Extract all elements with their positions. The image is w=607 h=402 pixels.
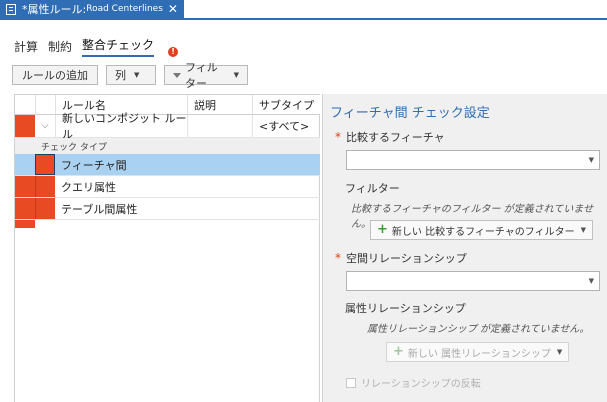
rules-view-icon	[6, 3, 16, 15]
chevron-down-icon: ▼	[233, 71, 239, 79]
tab-title: *属性ルール:	[22, 3, 87, 16]
attribute-relationship-empty-note: 属性リレーションシップ が定義されていません。	[367, 324, 590, 335]
check-type-row-table[interactable]: テーブル間属性	[15, 198, 320, 220]
spatial-relationship-label: * 空間リレーションシップ	[335, 251, 467, 265]
checkbox-box[interactable]	[346, 377, 356, 388]
spatial-relationship-select[interactable]: ▼	[346, 271, 600, 291]
rule-name-cell[interactable]: 新しいコンポジット ルール	[55, 112, 187, 141]
chevron-down-icon: ▼	[556, 348, 563, 356]
close-icon[interactable]: ✕	[168, 3, 178, 15]
panel-title: フィーチャ間 チェック設定	[330, 106, 490, 121]
column-header-description[interactable]: 説明	[187, 95, 252, 114]
row-selector[interactable]	[35, 176, 55, 197]
plus-icon: +	[377, 222, 388, 237]
filter-label: フィルター	[185, 61, 218, 90]
columns-dropdown[interactable]: 列 ▼	[106, 65, 156, 85]
check-type-label: クエリ属性	[61, 180, 116, 194]
filter-dropdown[interactable]: フィルター ▼	[164, 61, 248, 90]
chevron-down-icon: ▼	[588, 277, 594, 285]
tab-validation[interactable]: 整合チェック	[82, 36, 155, 57]
column-header-subtype[interactable]: サブタイプ	[252, 95, 320, 114]
chevron-down-icon: ▼	[580, 226, 586, 234]
check-type-label: フィーチャ間	[61, 158, 127, 172]
filter-icon	[173, 72, 181, 78]
check-type-label: テーブル間属性	[61, 202, 138, 216]
tab-layer-name: Road Centerlines	[86, 4, 163, 14]
attribute-relationship-label: 属性リレーションシップ	[345, 302, 466, 315]
subtype-cell[interactable]: <すべて>	[252, 115, 320, 137]
tab-calculation[interactable]: 計算	[14, 38, 38, 57]
compare-feature-label: * 比較するフィーチャ	[335, 130, 445, 144]
attribute-rules-tab[interactable]: *属性ルール: Road Centerlines ✕	[0, 0, 184, 18]
chevron-down-icon[interactable]: ⌵	[35, 115, 55, 137]
required-mark: *	[335, 251, 341, 265]
new-compare-filter-button[interactable]: + 新しい 比較するフィーチャのフィルター ▼	[370, 220, 593, 240]
check-type-group-header: チェック タイプ	[15, 138, 320, 154]
document-tab-bar: *属性ルール: Road Centerlines ✕	[0, 0, 607, 20]
check-settings-panel: フィーチャ間 チェック設定 * 比較するフィーチャ ▼ フィルター 比較するフィー…	[322, 94, 607, 402]
row-selector[interactable]	[35, 154, 55, 175]
chevron-down-icon: ▼	[588, 156, 594, 164]
tab-constraint[interactable]: 制約	[48, 38, 72, 57]
check-type-row-feature[interactable]: フィーチャ間	[15, 154, 320, 176]
add-rule-label: ルールの追加	[22, 69, 88, 82]
tab-validation-label: 整合チェック	[82, 38, 155, 52]
rule-type-tabs: 計算 制約 整合チェック !	[14, 36, 179, 57]
chevron-down-icon: ▼	[134, 71, 140, 79]
warning-icon: !	[168, 47, 179, 57]
description-cell[interactable]	[187, 115, 252, 137]
check-type-group-label: チェック タイプ	[41, 142, 107, 153]
rules-toolbar: ルールの追加 列 ▼ フィルター ▼	[12, 61, 256, 90]
row-selector[interactable]	[35, 198, 55, 219]
invert-relationship-label: リレーションシップの反転	[361, 379, 481, 390]
invert-relationship-checkbox[interactable]: リレーションシップの反転	[346, 375, 481, 390]
plus-icon: +	[393, 344, 404, 359]
filter-section-label: フィルター	[345, 182, 400, 195]
required-mark: *	[335, 130, 341, 144]
check-type-row-query[interactable]: クエリ属性	[15, 176, 320, 198]
columns-label: 列	[115, 69, 126, 82]
new-attribute-relationship-button[interactable]: + 新しい 属性リレーションシップ ▼	[386, 342, 570, 362]
compare-feature-select[interactable]: ▼	[346, 150, 600, 170]
table-row[interactable]: ⌵ 新しいコンポジット ルール <すべて>	[15, 112, 320, 141]
add-rule-button[interactable]: ルールの追加	[12, 65, 98, 85]
rules-grid: ルール名 説明 サブタイプ ⌵ 新しいコンポジット ルール <すべて> チェック…	[14, 94, 320, 402]
